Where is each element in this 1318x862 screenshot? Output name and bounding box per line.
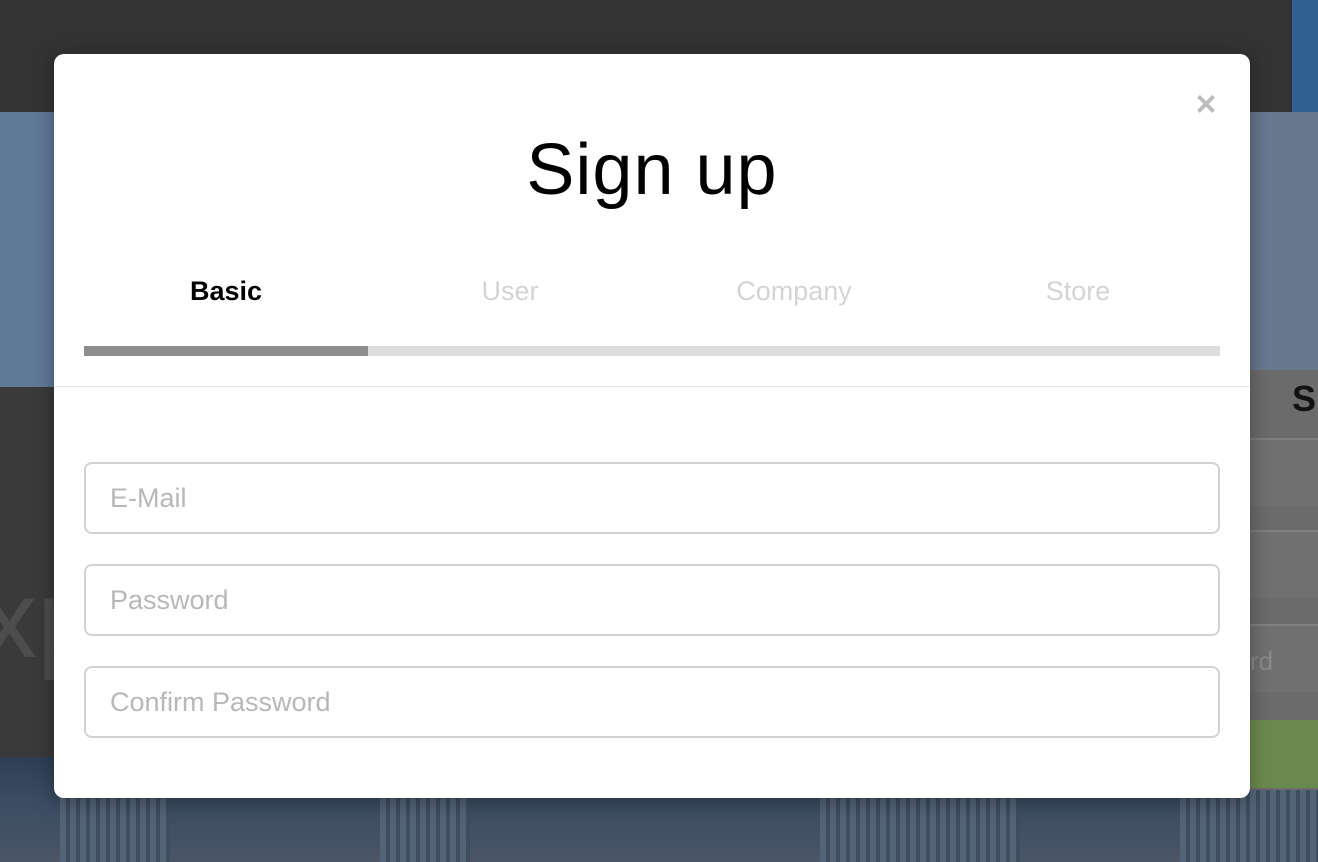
wizard-steps: Basic User Company Store (84, 276, 1220, 307)
step-user[interactable]: User (368, 276, 652, 307)
step-store[interactable]: Store (936, 276, 1220, 307)
wizard-progress-bar (84, 346, 1220, 356)
step-basic[interactable]: Basic (84, 276, 368, 307)
wizard-progress-fill (84, 346, 368, 356)
divider (54, 386, 1250, 387)
password-field[interactable] (84, 564, 1220, 636)
modal-title: Sign up (526, 130, 778, 210)
close-icon[interactable]: × (1188, 84, 1224, 124)
confirm-password-field[interactable] (84, 666, 1220, 738)
email-field[interactable] (84, 462, 1220, 534)
step-company[interactable]: Company (652, 276, 936, 307)
signup-modal: × Sign up Basic User Company Store (54, 54, 1250, 798)
